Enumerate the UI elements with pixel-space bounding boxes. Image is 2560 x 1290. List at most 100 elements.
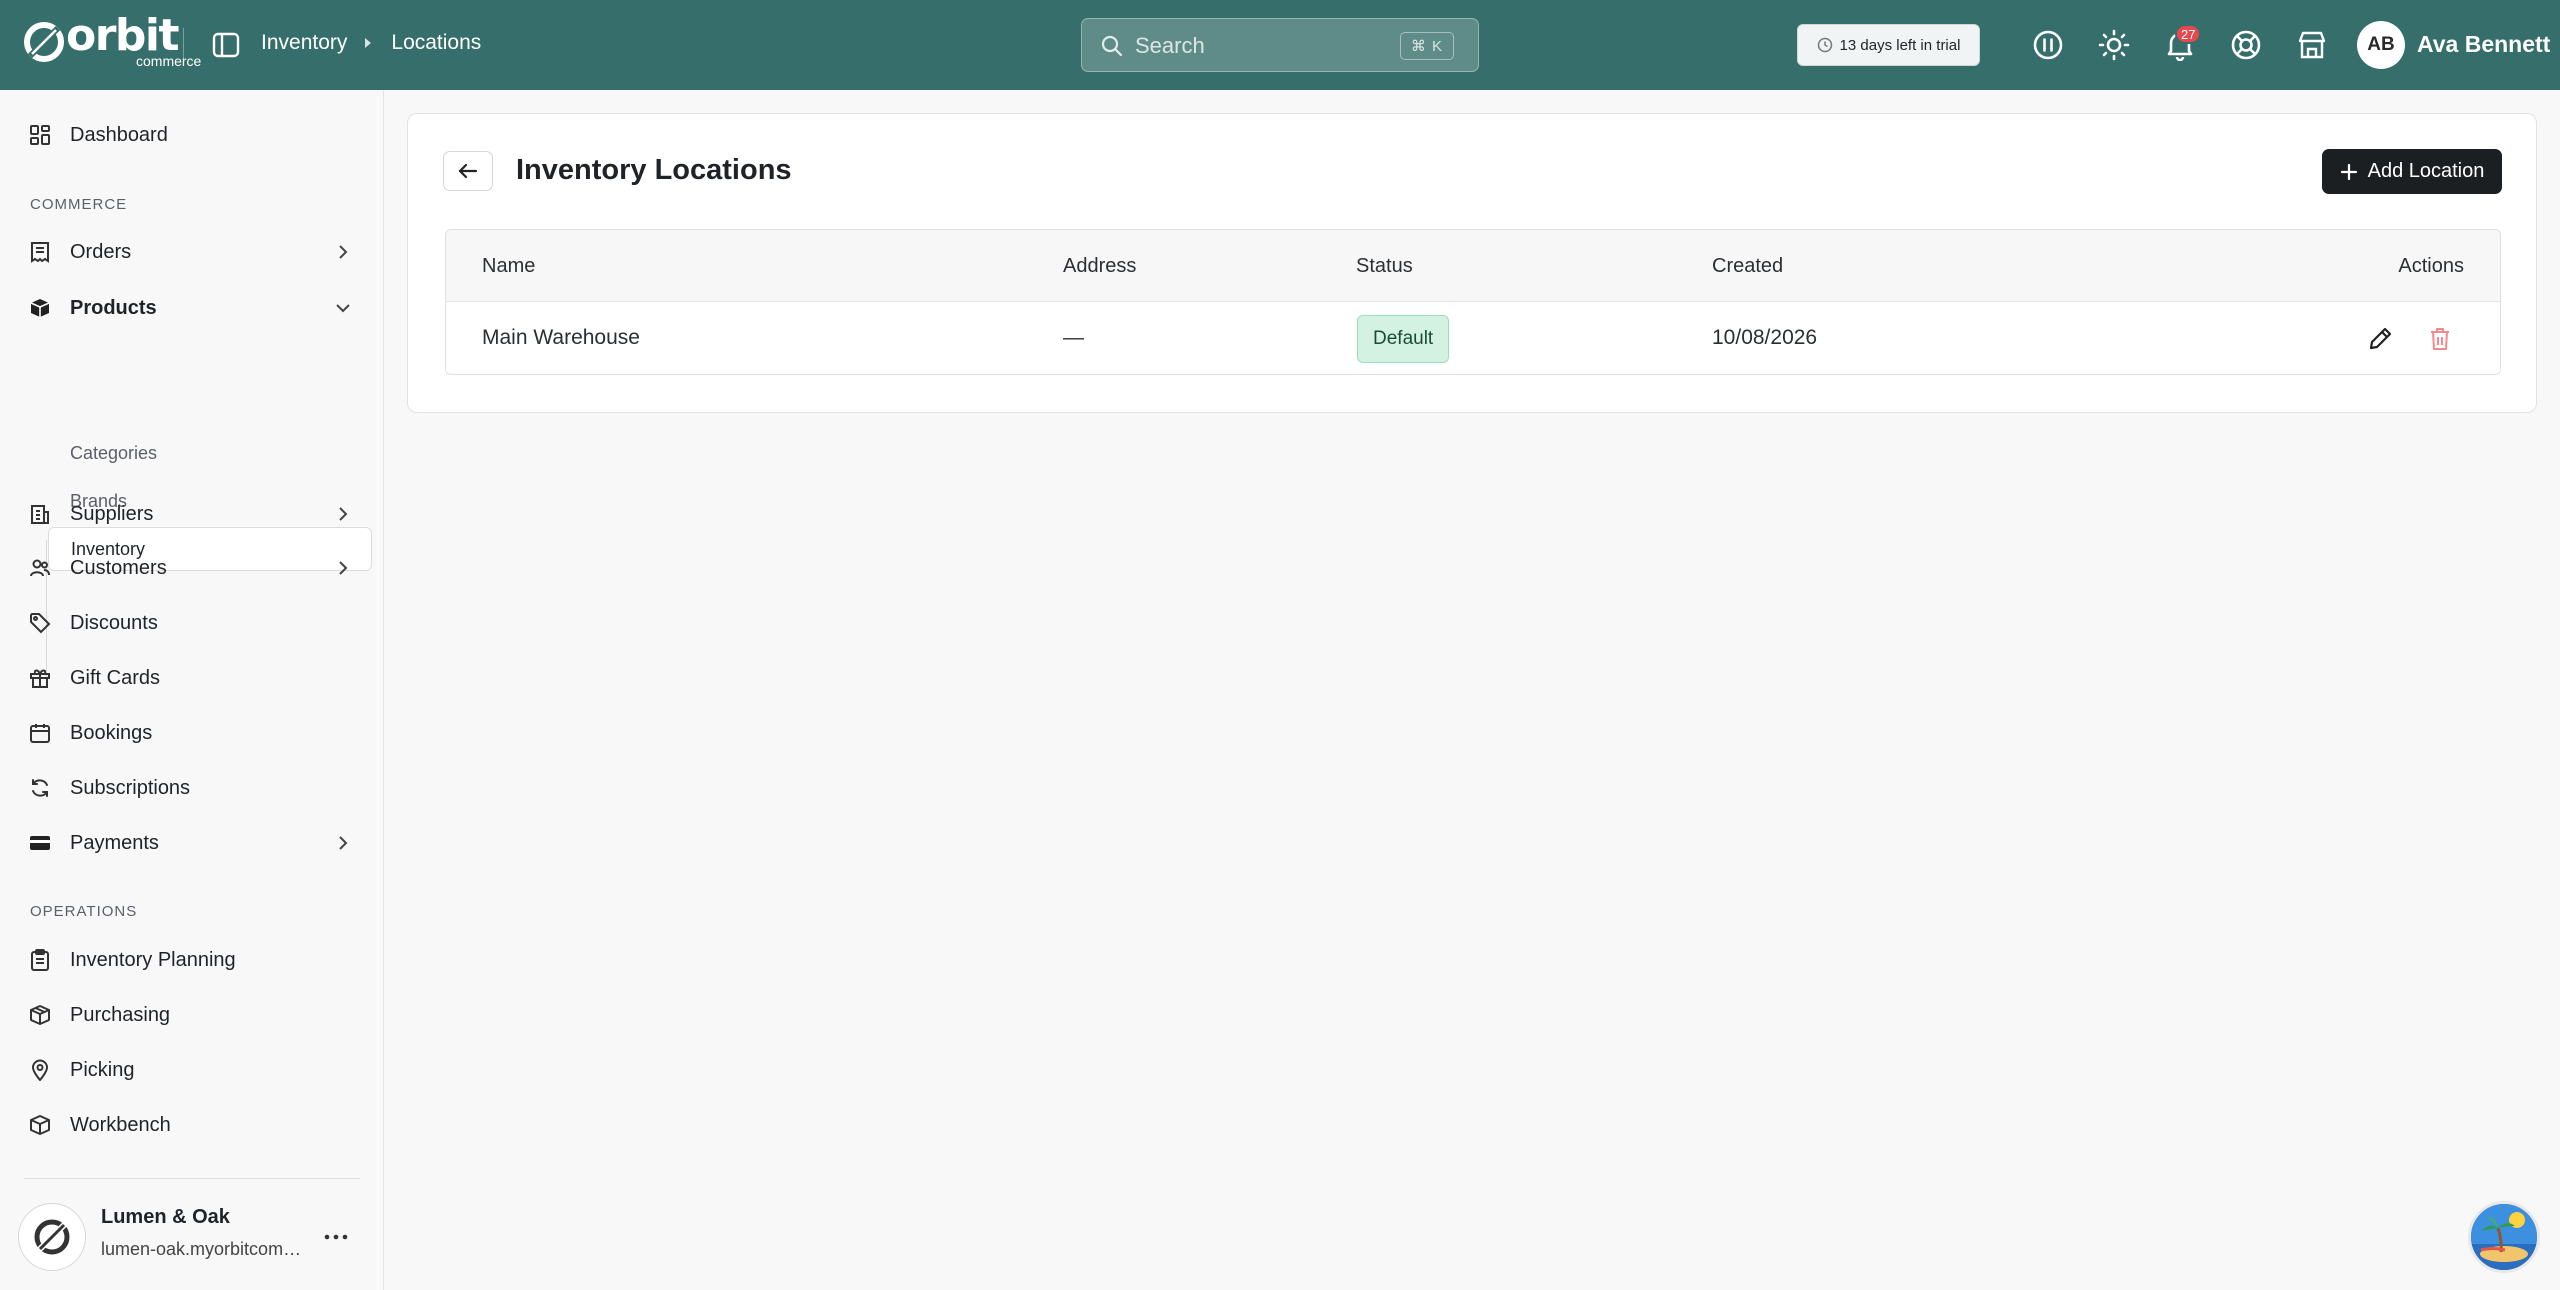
dashboard-icon: [28, 123, 52, 147]
storefront-button[interactable]: [2295, 28, 2329, 62]
sidebar-item-discounts[interactable]: Discounts: [16, 600, 362, 646]
sidebar-item-suppliers[interactable]: Suppliers: [16, 491, 362, 537]
clipboard-icon: [28, 948, 52, 972]
breadcrumb-inventory-link[interactable]: Inventory: [261, 31, 347, 55]
assistant-launcher-button[interactable]: [2468, 1201, 2540, 1273]
chevron-down-icon: [336, 304, 350, 313]
user-name[interactable]: Ava Bennett: [2417, 31, 2550, 58]
chevron-right-icon: [339, 507, 348, 521]
receipt-icon: [28, 240, 52, 264]
store-menu-button[interactable]: [318, 1222, 354, 1252]
column-header-address[interactable]: Address: [1063, 255, 1136, 278]
map-pin-icon: [28, 1058, 52, 1082]
delete-button[interactable]: [2422, 321, 2458, 357]
sidebar-item-workbench[interactable]: Workbench: [16, 1102, 362, 1148]
box-icon: [28, 296, 52, 320]
more-horizontal-icon: [324, 1234, 348, 1240]
sidebar-item-bookings[interactable]: Bookings: [16, 710, 362, 756]
theme-toggle-button[interactable]: [2097, 28, 2131, 62]
column-header-name[interactable]: Name: [482, 255, 535, 278]
brand-name: orbit: [66, 10, 180, 61]
store-name: Lumen & Oak: [101, 1206, 230, 1228]
divider: [24, 1178, 360, 1179]
user-avatar[interactable]: AB: [2357, 21, 2405, 69]
sidebar-item-subscriptions[interactable]: Subscriptions: [16, 765, 362, 811]
chevron-right-icon: [339, 561, 348, 575]
sidebar-item-gift-cards[interactable]: Gift Cards: [16, 655, 362, 701]
refresh-icon: [28, 776, 52, 800]
plus-icon: [2340, 163, 2357, 180]
location-name: Main Warehouse: [482, 326, 640, 349]
lifebuoy-icon: [2231, 30, 2261, 60]
sidebar-subitem-categories[interactable]: Categories: [48, 431, 372, 475]
sidebar-item-label: Purchasing: [70, 1003, 171, 1026]
breadcrumb-separator-icon: [363, 36, 373, 50]
sidebar-item-inventory-planning[interactable]: Inventory Planning: [16, 937, 362, 983]
orbit-logo-icon: [24, 22, 64, 62]
sidebar-item-label: Subscriptions: [70, 776, 191, 799]
sidebar-item-label: Inventory Planning: [70, 948, 236, 971]
sidebar-item-label: Dashboard: [70, 123, 168, 146]
chevron-right-icon: [339, 836, 348, 850]
table-header: Name Address Status Created Actions: [446, 230, 2500, 302]
credit-card-icon: [28, 831, 52, 855]
breadcrumb: Inventory Locations: [261, 31, 481, 55]
sidebar-item-label: Workbench: [70, 1113, 171, 1136]
locations-card: Inventory Locations Add Location Name Ad…: [407, 113, 2537, 413]
search-box[interactable]: ⌘ K: [1081, 18, 1479, 72]
sidebar-item-customers[interactable]: Customers: [16, 545, 362, 591]
trial-label: 13 days left in trial: [1839, 36, 1961, 54]
back-button[interactable]: [443, 151, 493, 191]
feedback-button[interactable]: [2031, 28, 2065, 62]
sidebar-item-label: Bookings: [70, 721, 153, 744]
column-header-status[interactable]: Status: [1356, 255, 1413, 278]
sidebar-item-orders[interactable]: Orders: [16, 229, 362, 275]
store-url: lumen-oak.myorbitcommerce.com: [101, 1239, 307, 1259]
help-button[interactable]: [2229, 28, 2263, 62]
add-location-button[interactable]: Add Location: [2322, 149, 2502, 194]
cube-icon: [28, 1113, 52, 1137]
sidebar-item-picking[interactable]: Picking: [16, 1047, 362, 1093]
brand-logo[interactable]: orbit commerce: [22, 14, 201, 70]
sun-icon: [2098, 29, 2130, 61]
search-icon: [1101, 35, 1123, 57]
column-header-created[interactable]: Created: [1712, 255, 1783, 278]
location-address: —: [1063, 326, 1084, 349]
sidebar-item-label: Products: [70, 296, 157, 319]
arrow-left-icon: [458, 163, 478, 179]
sidebar-item-label: Customers: [70, 556, 167, 579]
pencil-icon: [2369, 327, 2392, 350]
locations-table: Name Address Status Created Actions Main…: [445, 229, 2501, 375]
sidebar-item-label: Gift Cards: [70, 666, 161, 689]
sidebar-item-label: Suppliers: [70, 502, 154, 525]
trash-icon: [2431, 328, 2449, 350]
sidebar-item-products[interactable]: Products: [16, 285, 362, 331]
notification-count-badge: 27: [2175, 24, 2202, 44]
trial-badge[interactable]: 13 days left in trial: [1797, 24, 1980, 66]
sidebar-item-payments[interactable]: Payments: [16, 820, 362, 866]
clock-icon: [1817, 37, 1832, 53]
table-row[interactable]: Main Warehouse — Default 10/08/2026: [446, 302, 2500, 374]
sidebar-item-label: Discounts: [70, 611, 158, 634]
breadcrumb-current[interactable]: Locations: [391, 31, 481, 55]
section-label-operations: OPERATIONS: [30, 903, 138, 920]
store-icon: [2298, 31, 2326, 59]
tag-icon: [28, 611, 52, 635]
status-badge: Default: [1357, 315, 1450, 363]
sidebar-item-purchasing[interactable]: Purchasing: [16, 992, 362, 1038]
sidebar-item-dashboard[interactable]: Dashboard: [16, 112, 362, 158]
sidebar-toggle-button[interactable]: [208, 28, 244, 62]
building-icon: [28, 502, 52, 526]
page-title: Inventory Locations: [516, 154, 792, 186]
search-shortcut: ⌘ K: [1399, 32, 1454, 60]
calendar-icon: [28, 721, 52, 745]
location-created: 10/08/2026: [1712, 326, 1818, 349]
package-icon: [28, 1003, 52, 1027]
feedback-icon: [2033, 30, 2063, 60]
sidebar-item-label: Orders: [70, 240, 132, 263]
store-avatar[interactable]: [18, 1203, 86, 1271]
divider: [183, 28, 184, 62]
edit-button[interactable]: [2362, 321, 2398, 357]
search-input[interactable]: [1135, 31, 1385, 61]
sidebar-toggle-icon: [212, 32, 240, 58]
